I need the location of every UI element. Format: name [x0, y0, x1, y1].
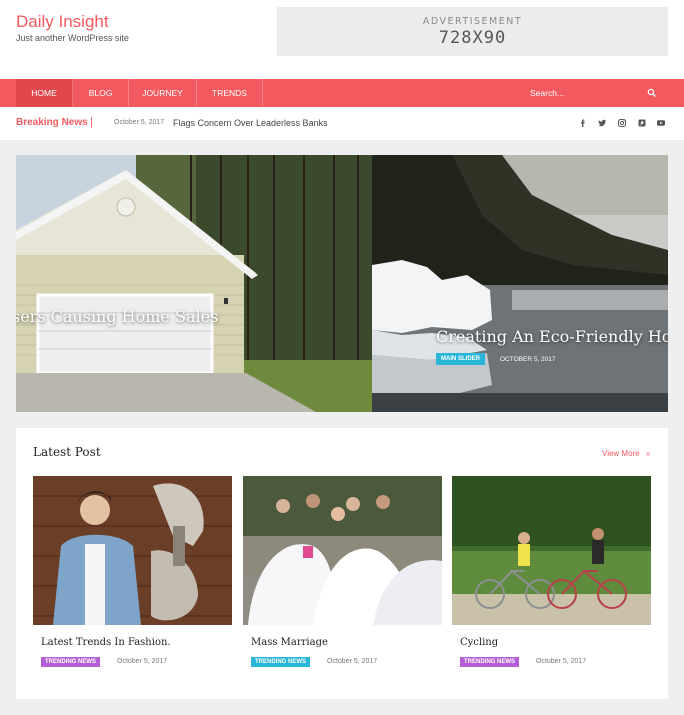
- site-title[interactable]: Daily Insight: [16, 12, 109, 32]
- view-more-label: View More: [602, 449, 640, 458]
- search-icon[interactable]: [647, 88, 657, 98]
- snowy-lake-image: [372, 155, 668, 412]
- post-date: October 5, 2017: [536, 658, 587, 665]
- post-date: October 5, 2017: [327, 658, 378, 665]
- twitter-icon[interactable]: [597, 118, 607, 128]
- search-input[interactable]: Search...: [530, 79, 564, 107]
- advertisement-banner[interactable]: ADVERTISEMENT 728X90: [277, 7, 668, 56]
- slide-title[interactable]: Creating An Eco-Friendly Hol: [436, 327, 668, 346]
- nav-item-home[interactable]: HOME: [16, 79, 73, 107]
- post-card[interactable]: Mass Marriage TRENDING NEWS October 5, 2…: [243, 476, 442, 667]
- breaking-news-bar: Breaking News | October 5, 2017 Flags Co…: [0, 107, 684, 140]
- garage-house-image: [16, 155, 372, 412]
- instagram-icon[interactable]: [617, 118, 627, 128]
- nav-item-journey[interactable]: JOURNEY: [129, 79, 197, 107]
- nav-item-blog[interactable]: BLOG: [73, 79, 129, 107]
- site-header: Daily Insight Just another WordPress sit…: [0, 0, 684, 79]
- slide-date: OCTOBER 5, 2017: [500, 356, 556, 363]
- facebook-icon[interactable]: [578, 118, 588, 128]
- post-category-tag[interactable]: TRENDING NEWS: [41, 657, 100, 667]
- post-title[interactable]: Mass Marriage: [251, 637, 328, 648]
- breaking-separator: |: [90, 116, 93, 128]
- ad-label: ADVERTISEMENT: [422, 16, 523, 27]
- ad-size: 728X90: [438, 28, 507, 48]
- post-title[interactable]: Latest Trends In Fashion.: [41, 637, 171, 648]
- site-tagline: Just another WordPress site: [16, 33, 129, 43]
- slide-home-sales[interactable]: sers Causing Home Sales: [16, 155, 372, 412]
- chevron-right-icon: »: [645, 449, 651, 458]
- breaking-date: October 5, 2017: [114, 119, 165, 126]
- post-category-tag[interactable]: TRENDING NEWS: [251, 657, 310, 667]
- wedding-photo: [243, 476, 442, 625]
- featured-slider[interactable]: sers Causing Home Sales Creating An Eco-…: [16, 155, 668, 412]
- breaking-news-label: Breaking News: [16, 117, 88, 128]
- youtube-icon[interactable]: [656, 118, 666, 128]
- fashion-photo: [33, 476, 232, 625]
- post-category-tag[interactable]: TRENDING NEWS: [460, 657, 519, 667]
- slide-eco-friendly[interactable]: Creating An Eco-Friendly Hol MAIN SLIDER…: [372, 155, 668, 412]
- post-card[interactable]: Latest Trends In Fashion. TRENDING NEWS …: [33, 476, 232, 667]
- slide-title[interactable]: sers Causing Home Sales: [16, 307, 218, 326]
- view-more-link[interactable]: View More »: [602, 449, 650, 458]
- slide-category-tag[interactable]: MAIN SLIDER: [436, 353, 485, 365]
- pinterest-icon[interactable]: [637, 118, 647, 128]
- post-image[interactable]: [33, 476, 232, 625]
- post-image[interactable]: [243, 476, 442, 625]
- section-title: Latest Post: [33, 445, 101, 459]
- post-image[interactable]: [452, 476, 651, 625]
- post-title[interactable]: Cycling: [460, 637, 498, 648]
- nav-item-trends[interactable]: TRENDS: [197, 79, 263, 107]
- latest-post-section: Latest Post View More » Latest Trends In…: [16, 428, 668, 699]
- cycling-photo: [452, 476, 651, 625]
- main-nav: HOME BLOG JOURNEY TRENDS Search...: [0, 79, 684, 107]
- post-date: October 5, 2017: [117, 658, 168, 665]
- post-card[interactable]: Cycling TRENDING NEWS October 5, 2017: [452, 476, 651, 667]
- breaking-headline[interactable]: Flags Concern Over Leaderless Banks: [173, 118, 328, 128]
